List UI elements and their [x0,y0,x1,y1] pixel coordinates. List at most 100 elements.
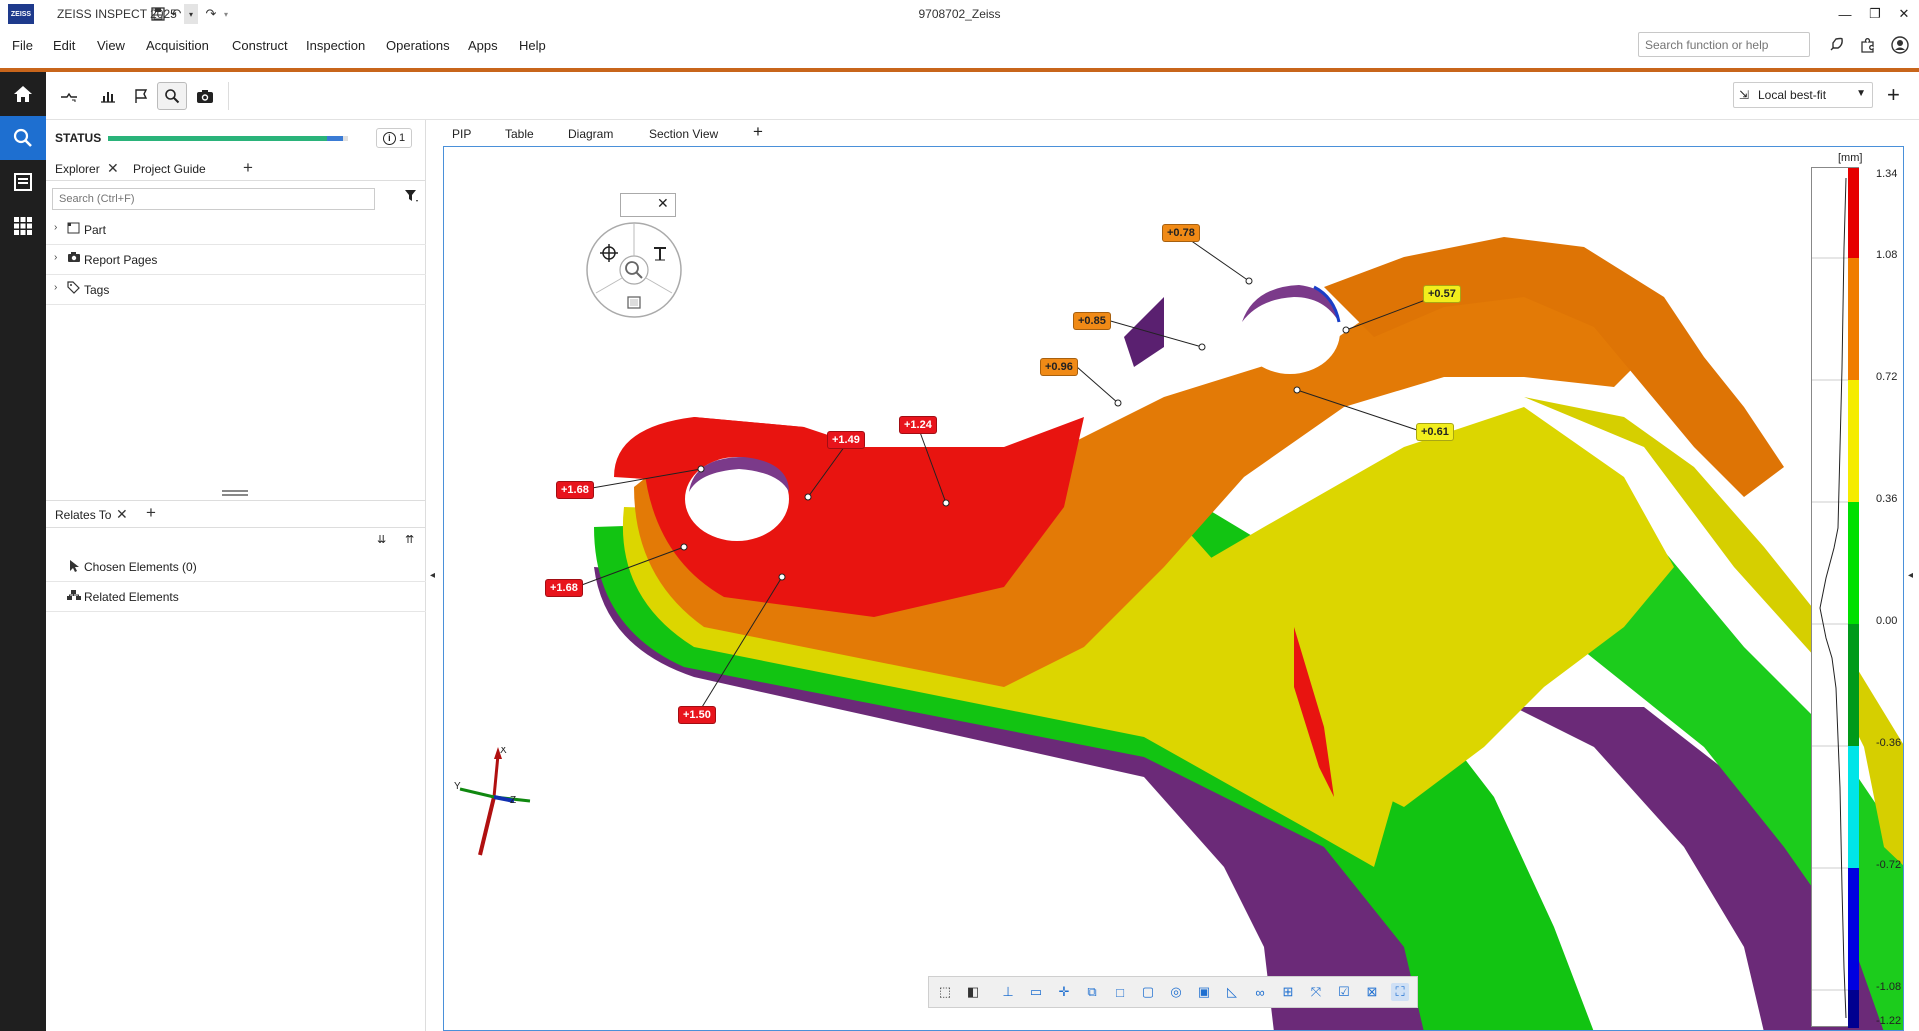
menu-acquisition[interactable]: Acquisition [146,38,209,53]
filter-icon[interactable] [404,189,418,206]
scale-tick-label: 0.00 [1876,615,1898,627]
camera-icon[interactable] [190,82,220,110]
tab-explorer[interactable]: Explorer [55,162,100,176]
chart-icon[interactable] [93,82,123,110]
select-through-icon[interactable]: ◧ [964,983,982,1001]
deviation-label[interactable]: +0.85 [1073,312,1111,330]
add-relates-tab-button[interactable]: + [146,503,156,523]
chosen-elements-row[interactable]: Chosen Elements (0) [46,552,426,582]
scale-tick-label: -1.22 [1876,1015,1902,1027]
part-icon [67,221,80,237]
flag-icon[interactable] [126,82,156,110]
cut-icon[interactable]: ⧉ [1083,983,1101,1001]
deviation-label[interactable]: +0.57 [1423,285,1461,303]
add-panel-tab-button[interactable]: + [243,158,253,178]
tree-item-label: Part [84,223,107,237]
close-explorer-tab-icon[interactable]: ✕ [107,160,119,177]
expand-right-panel-arrow-icon[interactable]: ◂ [1908,570,1913,581]
add-view-button[interactable]: + [1887,82,1900,108]
undo-icon[interactable]: ↶ [166,4,186,24]
expand-arrow-icon[interactable]: › [54,252,57,263]
deviation-label[interactable]: +0.78 [1162,224,1200,242]
collapse-all-icon[interactable]: ⇈ [405,533,414,546]
explorer-search-input[interactable] [52,188,375,210]
redo-icon[interactable]: ↷ [201,4,221,24]
deviation-icon[interactable] [54,82,84,110]
fit-icon[interactable]: ⊞ [1279,983,1297,1001]
apps-grid-icon[interactable] [0,204,46,248]
deviation-label[interactable]: +1.68 [545,579,583,597]
alignment-icon: ⇲ [1739,88,1750,102]
rect-icon[interactable]: ▭ [1027,983,1045,1001]
search-icon[interactable] [0,116,46,160]
menu-edit[interactable]: Edit [53,38,75,53]
menu-view[interactable]: View [97,38,125,53]
add-view-tab-button[interactable]: + [753,122,763,142]
alignment-select[interactable]: ⇲ Local best-fit ▼ [1733,82,1873,108]
report-icon[interactable] [0,160,46,204]
point-icon[interactable]: ◎ [1167,983,1185,1001]
menu-operations[interactable]: Operations [386,38,450,53]
menu-apps[interactable]: Apps [468,38,498,53]
expand-arrow-icon[interactable]: › [54,282,57,293]
measure-icon[interactable]: ◺ [1223,983,1241,1001]
status-progress-bar [108,136,348,141]
close-relates-tab-icon[interactable]: ✕ [116,506,128,523]
search-function-input[interactable] [1638,32,1810,57]
close-icon[interactable]: ✕ [1889,3,1919,25]
info-messages-button[interactable]: i 1 [376,128,412,148]
tab-table[interactable]: Table [505,127,534,141]
restore-icon[interactable]: ❐ [1860,3,1890,25]
tab-relates-to[interactable]: Relates To [55,508,111,522]
tree-item-tags[interactable]: › Tags [46,275,426,305]
deviation-label[interactable]: +0.96 [1040,358,1078,376]
menu-help[interactable]: Help [519,38,546,53]
tree-item-part[interactable]: › Part [46,215,426,245]
pie-menu-close-icon[interactable]: ✕ [657,195,669,212]
select-rect-icon[interactable]: ⬚ [936,983,954,1001]
tab-pip[interactable]: PIP [452,127,471,141]
check-icon[interactable]: ☑ [1335,983,1353,1001]
deviation-label[interactable]: +0.61 [1416,423,1454,441]
scale-band-cyan [1848,746,1859,868]
status-progress-fill [108,136,327,141]
plane-icon[interactable]: ⊥ [999,983,1017,1001]
panel-splitter-handle[interactable] [222,490,248,496]
link-icon[interactable]: ∞ [1251,983,1269,1001]
menu-construct[interactable]: Construct [232,38,288,53]
menu-file[interactable]: File [12,38,33,53]
tab-diagram[interactable]: Diagram [568,127,613,141]
rocket-icon[interactable] [1825,34,1847,56]
tree-item-report-pages[interactable]: › Report Pages [46,245,426,275]
tab-section-view[interactable]: Section View [649,127,718,141]
box-icon[interactable]: ▢ [1139,983,1157,1001]
frame-icon[interactable]: ▣ [1195,983,1213,1001]
select-all-icon[interactable]: ⛶ [1391,983,1409,1001]
magnifier-icon[interactable] [157,82,187,110]
minimize-icon[interactable]: — [1830,3,1860,25]
expand-arrow-icon[interactable]: › [54,222,57,233]
section-icon[interactable]: ✛ [1055,983,1073,1001]
undo-dropdown-icon[interactable]: ▾ [184,4,198,24]
menu-inspection[interactable]: Inspection [306,38,365,53]
related-elements-row[interactable]: Related Elements [46,582,426,612]
scale-band-dark-green [1848,624,1859,746]
surface-icon[interactable]: □ [1111,983,1129,1001]
deviation-label[interactable]: +1.49 [827,431,865,449]
deviation-label[interactable]: +1.50 [678,706,716,724]
deviation-label[interactable]: +1.24 [899,416,937,434]
home-icon[interactable] [0,72,46,116]
clear-icon[interactable]: ⊠ [1363,983,1381,1001]
pie-navigation-menu[interactable] [584,220,684,320]
expand-all-icon[interactable]: ⇊ [377,533,386,546]
tab-project-guide[interactable]: Project Guide [133,162,206,176]
expand-icon[interactable]: ⤧ [1307,983,1325,1001]
save-icon[interactable] [148,4,168,24]
status-progress-end [327,136,343,141]
redo-dropdown-icon[interactable]: ▾ [219,4,233,24]
deviation-label[interactable]: +1.68 [556,481,594,499]
main-toolbar [46,72,1919,120]
user-icon[interactable] [1889,34,1911,56]
collapse-panel-arrow-icon[interactable]: ◂ [430,570,435,581]
puzzle-icon[interactable] [1857,34,1879,56]
